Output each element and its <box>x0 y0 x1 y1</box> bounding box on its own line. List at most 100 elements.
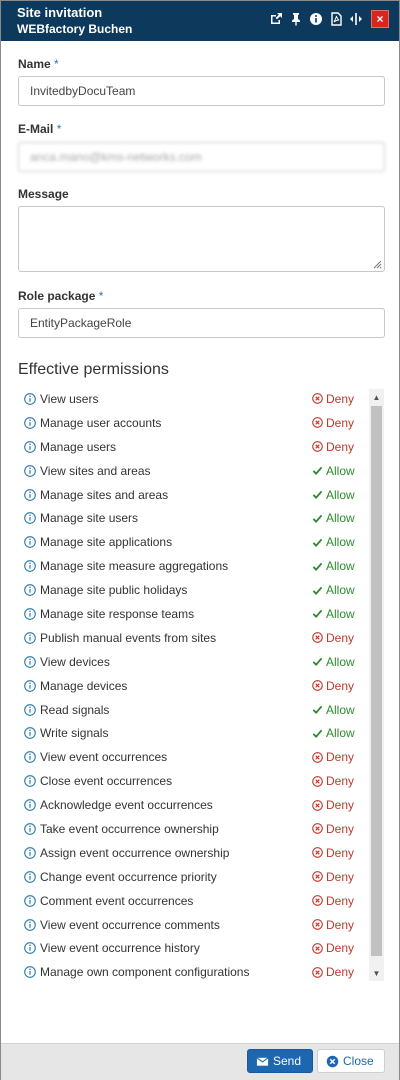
permission-status-label: Deny <box>326 750 355 765</box>
permission-row: Manage site applications Allow <box>18 530 385 555</box>
permission-deny-status: Deny <box>312 798 354 812</box>
permission-status-label: Deny <box>326 941 355 956</box>
permission-row: Manage site measure aggregations Allow <box>18 554 385 578</box>
permission-status-label: Allow <box>326 726 355 741</box>
checkmark-icon <box>312 489 323 500</box>
x-circle-icon <box>312 919 323 930</box>
pin-icon[interactable] <box>287 10 304 28</box>
dialog-titlebar: Site invitation WEBfactory Buchen × <box>1 1 399 41</box>
resize-icon[interactable] <box>347 10 364 28</box>
info-circle-icon[interactable] <box>24 536 40 549</box>
info-circle-icon[interactable] <box>24 393 40 405</box>
email-field[interactable] <box>18 142 385 172</box>
x-circle-icon <box>312 751 323 763</box>
info-circle-icon[interactable] <box>24 751 40 764</box>
resize-grip-icon[interactable] <box>372 259 382 269</box>
x-circle-icon <box>312 680 323 691</box>
info-circle-icon[interactable] <box>24 847 40 859</box>
permission-allow-status: Allow <box>312 655 355 669</box>
info-circle-icon[interactable] <box>24 560 40 573</box>
permission-row: Manage users Deny <box>18 434 385 459</box>
name-field[interactable] <box>18 76 385 106</box>
checkmark-icon <box>312 513 323 524</box>
info-circle-icon[interactable] <box>24 488 40 501</box>
close-icon[interactable]: × <box>371 10 389 28</box>
message-field[interactable] <box>18 206 385 272</box>
permission-row: Change event occurrence priority Deny <box>18 864 385 889</box>
permission-row: View event occurrences Deny <box>18 745 385 769</box>
info-circle-icon[interactable] <box>24 918 40 931</box>
permission-row: Assign event occurrence ownership Deny <box>18 841 385 865</box>
info-circle-icon[interactable] <box>24 655 40 668</box>
permissions-list[interactable]: View users Deny Manage user accounts Deny Ma… <box>18 387 385 981</box>
permission-allow-status: Allow <box>312 535 355 549</box>
info-circle-icon[interactable] <box>24 608 40 620</box>
permission-deny-status: Deny <box>312 965 354 979</box>
permission-status-label: Allow <box>326 535 355 550</box>
permission-status-label: Deny <box>326 678 355 693</box>
permission-deny-status: Deny <box>312 870 354 884</box>
send-button[interactable]: Send <box>247 1049 313 1073</box>
permission-allow-status: Allow <box>312 559 355 573</box>
permission-status-label: Deny <box>326 821 355 836</box>
permission-row: View event occurrence history Deny <box>18 936 385 960</box>
x-circle-icon <box>312 823 323 835</box>
x-circle-icon <box>312 799 323 811</box>
scroll-up-arrow-icon[interactable]: ▲ <box>369 389 384 405</box>
name-label: Name * <box>18 57 59 71</box>
permission-row: Acknowledge event occurrences Deny <box>18 793 385 817</box>
scroll-thumb[interactable] <box>371 406 382 956</box>
info-circle-icon[interactable] <box>24 440 40 453</box>
role-package-field[interactable] <box>18 308 385 338</box>
permission-allow-status: Allow <box>312 703 355 717</box>
permission-status-label: Allow <box>326 463 355 478</box>
info-circle-icon[interactable] <box>24 775 40 788</box>
info-circle-icon[interactable] <box>24 823 40 835</box>
info-circle-icon[interactable] <box>24 727 40 740</box>
permission-deny-status: Deny <box>312 774 354 788</box>
email-label: E-Mail * <box>18 122 62 136</box>
close-button[interactable]: Close <box>317 1049 385 1073</box>
info-circle-icon[interactable] <box>24 464 40 477</box>
permission-deny-status: Deny <box>312 894 354 908</box>
info-circle-icon[interactable] <box>24 679 40 692</box>
permission-row: Manage site public holidays Allow <box>18 578 385 603</box>
permissions-scrollbar[interactable]: ▲ ▼ <box>369 389 384 981</box>
permission-row: Read signals Allow <box>18 698 385 722</box>
permission-row: Close event occurrences Deny <box>18 769 385 794</box>
close-label: Close <box>343 1054 374 1068</box>
permission-status-label: Deny <box>326 415 355 430</box>
x-circle-icon <box>312 847 323 859</box>
x-circle-icon <box>312 775 323 787</box>
permission-status-label: Allow <box>326 511 355 526</box>
permission-deny-status: Deny <box>312 440 354 454</box>
send-label: Send <box>273 1054 302 1068</box>
info-circle-icon[interactable] <box>24 870 40 883</box>
info-circle-icon[interactable] <box>24 799 40 811</box>
info-circle-icon[interactable] <box>24 512 40 525</box>
permission-row: Manage sites and areas Allow <box>18 482 385 507</box>
info-circle-icon[interactable] <box>24 942 40 955</box>
pdf-icon[interactable] <box>327 10 344 28</box>
permission-row: View users Deny <box>18 387 385 411</box>
permission-status-label: Allow <box>326 606 355 621</box>
external-link-icon[interactable] <box>267 10 284 28</box>
x-circle-icon <box>312 393 323 405</box>
checkmark-icon <box>312 704 323 715</box>
info-circle-icon[interactable] <box>24 703 40 716</box>
info-circle-icon[interactable] <box>24 584 40 596</box>
info-circle-icon[interactable] <box>24 631 40 644</box>
info-icon[interactable] <box>307 10 324 28</box>
checkmark-icon <box>312 561 323 572</box>
scroll-down-arrow-icon[interactable]: ▼ <box>369 965 384 981</box>
permission-status-label: Deny <box>326 965 355 980</box>
info-circle-icon[interactable] <box>24 894 40 907</box>
permission-status-label: Deny <box>326 893 355 908</box>
permission-status-label: Deny <box>326 391 355 406</box>
permission-deny-status: Deny <box>312 918 354 932</box>
permission-status-label: Deny <box>326 869 355 884</box>
info-circle-icon[interactable] <box>24 966 40 979</box>
info-circle-icon[interactable] <box>24 416 40 429</box>
x-circle-icon <box>312 966 323 978</box>
permission-status-label: Deny <box>326 630 355 645</box>
